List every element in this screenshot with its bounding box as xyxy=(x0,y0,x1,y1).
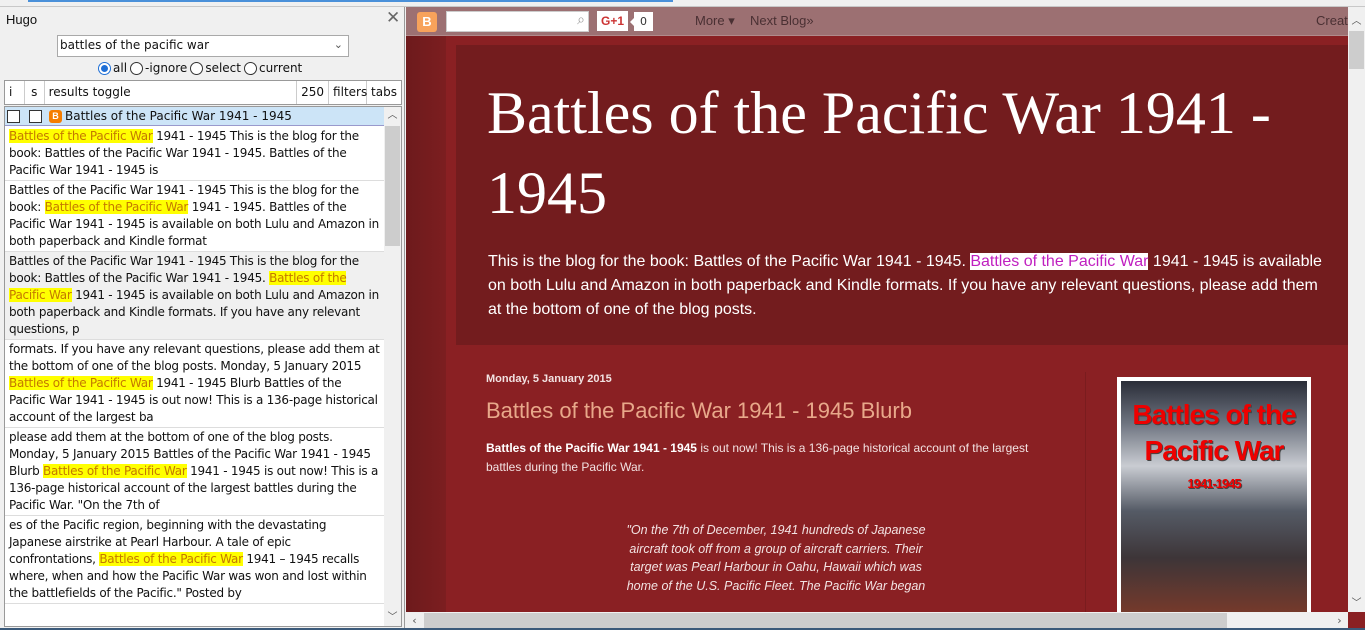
radio-button[interactable] xyxy=(190,61,204,75)
blogger-navbar: B ⌕ G+1 0 More ▾ Next Blog» Create xyxy=(406,7,1365,36)
result-snippet[interactable]: please add them at the bottom of one of … xyxy=(5,428,385,516)
search-input[interactable]: battles of the pacific war xyxy=(60,38,209,52)
search-highlight: Battles of the Pacific War xyxy=(43,464,187,478)
blog-search-input[interactable]: ⌕ xyxy=(446,11,589,32)
radio-label: current xyxy=(258,61,303,75)
scroll-up-icon[interactable]: ︿ xyxy=(384,107,401,124)
desc-text: This is the blog for the book: Battles o… xyxy=(488,253,971,270)
result-page-row[interactable]: B Battles of the Pacific War 1941 - 1945 xyxy=(5,107,385,126)
column-divider xyxy=(1085,372,1086,617)
blog-post: Monday, 5 January 2015 Battles of the Pa… xyxy=(486,373,1046,477)
close-icon[interactable]: ✕ xyxy=(386,10,400,27)
radio-select[interactable]: select xyxy=(190,61,241,75)
radio-ignore[interactable]: -ignore xyxy=(130,61,187,75)
select-checkbox[interactable] xyxy=(29,109,42,123)
page-vertical-scrollbar[interactable]: ︿ ﹀ xyxy=(1348,7,1365,612)
chevron-down-icon[interactable]: ⌄ xyxy=(334,38,343,51)
cover-title-line: Battles of the xyxy=(1132,399,1296,430)
post-bold-title: Battles of the Pacific War 1941 - 1945 xyxy=(486,441,697,455)
radio-label: -ignore xyxy=(145,61,188,75)
blogger-icon: B xyxy=(49,109,62,123)
result-snippet[interactable]: formats. If you have any relevant questi… xyxy=(5,340,385,428)
cover-years: 1941-1945 xyxy=(1187,476,1241,491)
scroll-thumb[interactable] xyxy=(424,613,1227,628)
search-combobox[interactable]: battles of the pacific war ⌄ xyxy=(57,35,349,57)
radio-label: all xyxy=(113,61,128,75)
result-snippet[interactable]: Battles of the Pacific War 1941 - 1945 T… xyxy=(5,127,385,181)
scroll-left-icon[interactable]: ‹ xyxy=(406,612,423,629)
scroll-right-icon[interactable]: › xyxy=(1331,612,1348,629)
result-count: 250 xyxy=(297,81,330,104)
search-highlight: Battles of the Pacific War xyxy=(44,200,189,214)
blog-title[interactable]: Battles of the Pacific War 1941 - 1945 xyxy=(487,73,1357,233)
scroll-down-icon[interactable]: ﹀ xyxy=(1348,595,1365,612)
filters-button[interactable]: filters xyxy=(329,81,367,104)
result-page-title[interactable]: Battles of the Pacific War 1941 - 1945 xyxy=(65,109,292,123)
search-highlight: Battles of the Pacific War xyxy=(99,552,243,566)
post-quote: "On the 7th of December, 1941 hundreds o… xyxy=(626,523,926,593)
post-date: Monday, 5 January 2015 xyxy=(486,373,612,385)
search-icon[interactable]: ⌕ xyxy=(577,12,585,28)
blogger-logo-icon[interactable]: B xyxy=(417,12,437,32)
panel-title: Hugo xyxy=(6,12,38,27)
blog-header: Battles of the Pacific War 1941 - 1945 T… xyxy=(456,45,1365,345)
radio-all[interactable]: all xyxy=(98,61,127,75)
desc-text: on both Lulu and Amazon in both paperbac… xyxy=(488,277,1318,294)
post-body: Battles of the Pacific War 1941 - 1945 i… xyxy=(486,439,1046,477)
browser-top-strip xyxy=(0,0,1365,7)
radio-button[interactable] xyxy=(130,61,144,75)
radio-current[interactable]: current xyxy=(243,61,303,75)
column-i[interactable]: i xyxy=(5,81,25,104)
blog-page: B ⌕ G+1 0 More ▾ Next Blog» Create Battl… xyxy=(406,7,1365,630)
cover-title-line: Pacific War xyxy=(1144,435,1285,466)
address-bar-accent xyxy=(28,0,673,2)
radio-button[interactable] xyxy=(98,61,111,75)
scroll-down-icon[interactable]: ﹀ xyxy=(384,609,401,626)
radio-label: select xyxy=(205,61,241,75)
more-menu[interactable]: More ▾ xyxy=(695,13,735,29)
hugo-panel: Hugo ✕ battles of the pacific war ⌄ all … xyxy=(0,7,405,630)
snippet-text: formats. If you have any relevant questi… xyxy=(9,342,380,373)
scope-radio-group: all -ignore select current xyxy=(98,61,302,75)
next-blog-link[interactable]: Next Blog» xyxy=(750,13,814,28)
snippet-list: Battles of the Pacific War 1941 - 1945 T… xyxy=(5,127,385,604)
desc-text: 1941 - 1945 is available xyxy=(1148,253,1322,270)
gplus-button[interactable]: G+1 xyxy=(597,11,628,31)
scroll-up-icon[interactable]: ︿ xyxy=(1348,13,1365,30)
desc-text: at the bottom of one of the blog posts. xyxy=(488,301,757,318)
results-header: i s results toggle 250 filters tabs xyxy=(4,80,402,105)
scroll-thumb[interactable] xyxy=(385,126,400,246)
results-toggle-button[interactable]: results toggle xyxy=(45,81,298,104)
gplus-count: 0 xyxy=(630,12,653,31)
post-title[interactable]: Battles of the Pacific War 1941 - 1945 B… xyxy=(486,398,1046,424)
blog-description: This is the blog for the book: Battles o… xyxy=(488,250,1365,322)
search-highlight: Battles of the Pacific War xyxy=(9,129,153,143)
cover-art: Battles of the Pacific War 1941-1945 xyxy=(1121,381,1307,617)
result-snippet[interactable]: Battles of the Pacific War 1941 - 1945 T… xyxy=(5,181,385,252)
result-snippet[interactable]: es of the Pacific region, beginning with… xyxy=(5,516,385,604)
ignore-checkbox[interactable] xyxy=(7,109,20,123)
book-cover-image[interactable]: Battles of the Pacific War 1941-1945 xyxy=(1117,377,1311,617)
tabs-button[interactable]: tabs xyxy=(367,81,401,104)
page-horizontal-scrollbar[interactable]: ‹ › xyxy=(406,612,1348,629)
column-s[interactable]: s xyxy=(25,81,45,104)
decorative-side-pattern xyxy=(406,34,446,614)
results-list: B Battles of the Pacific War 1941 - 1945… xyxy=(4,106,402,627)
result-snippet[interactable]: Battles of the Pacific War 1941 - 1945 T… xyxy=(5,252,385,340)
scroll-thumb[interactable] xyxy=(1349,31,1364,69)
find-highlight: Battles of the Pacific War xyxy=(970,253,1149,270)
radio-button[interactable] xyxy=(243,61,257,75)
results-scrollbar[interactable]: ︿ ﹀ xyxy=(384,107,401,626)
search-highlight: Battles of the Pacific War xyxy=(9,376,153,390)
